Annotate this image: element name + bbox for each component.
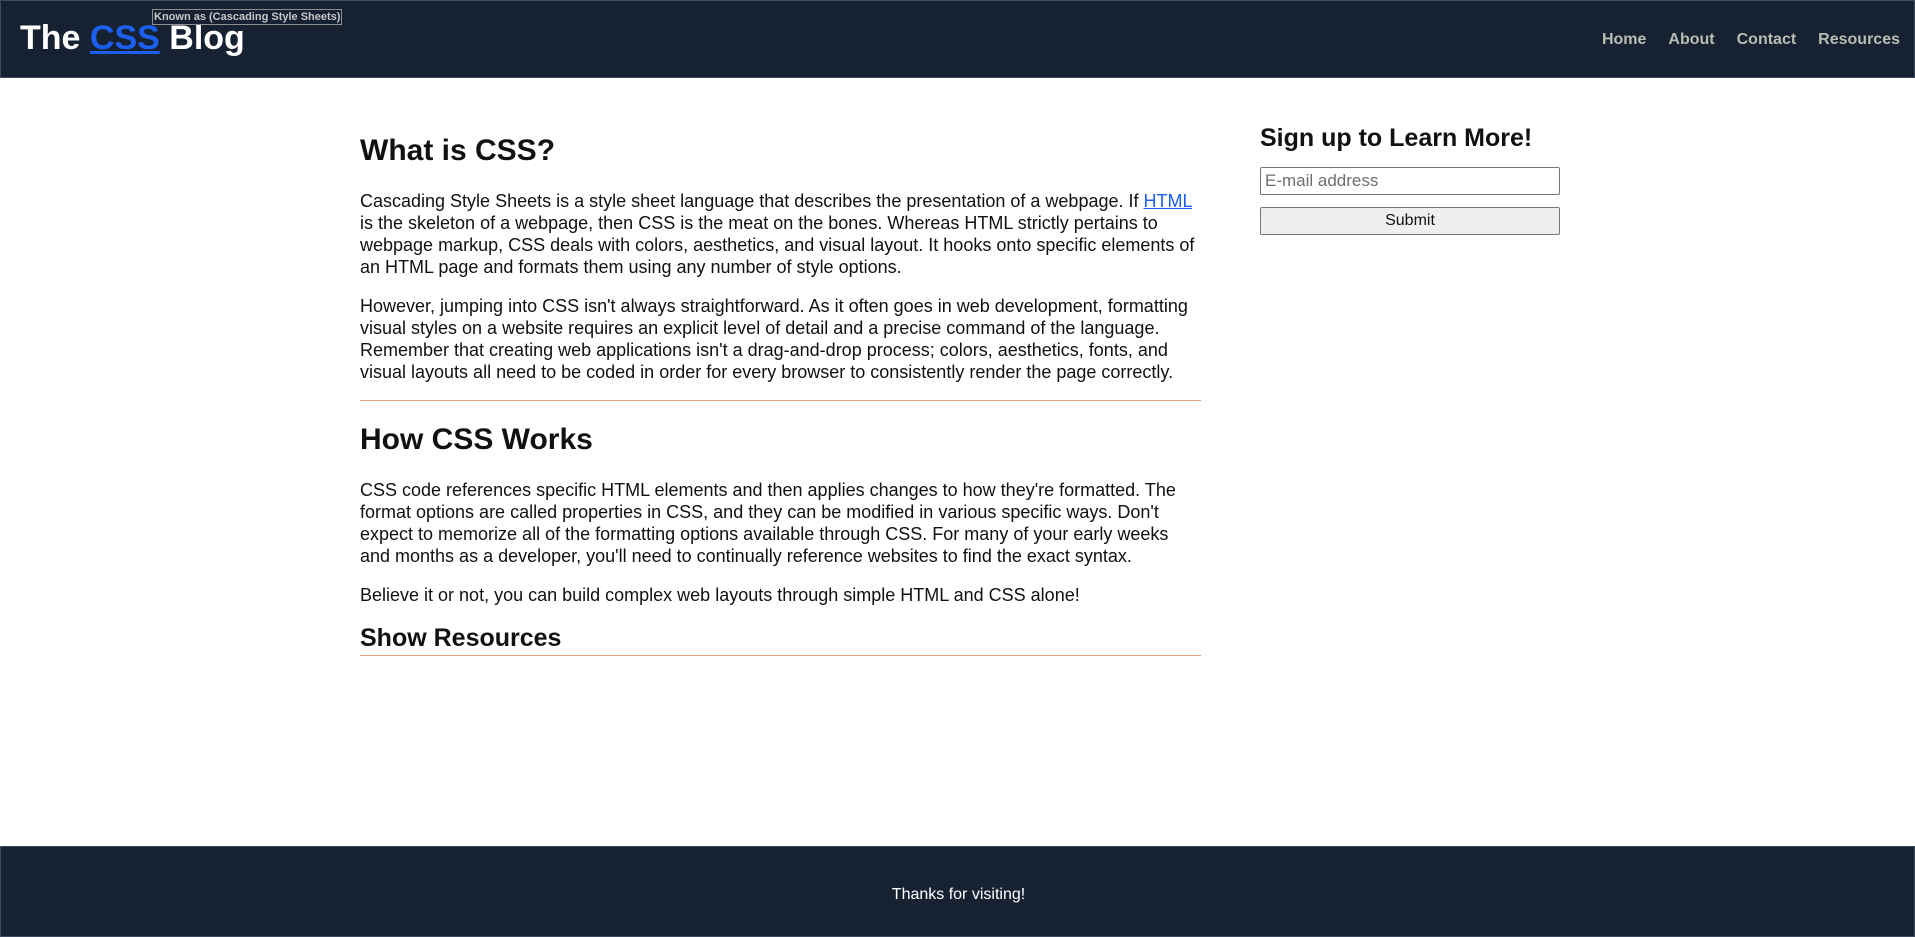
css-title-link[interactable]: CSS (90, 19, 160, 57)
paragraph-straightforward: However, jumping into CSS isn't always s… (360, 296, 1188, 382)
nav-link-resources[interactable]: Resources (1818, 29, 1900, 51)
signup-panel: Sign up to Learn More! Submit (1260, 121, 1561, 235)
section-divider (360, 400, 1201, 401)
paragraph-how-it-works: CSS code references specific HTML elemen… (360, 480, 1176, 566)
article: What is CSS? Cascading Style Sheets is a… (360, 128, 1201, 656)
signup-title: Sign up to Learn More! (1260, 124, 1533, 152)
footer-text: Thanks for visiting! (891, 886, 1026, 903)
section-title-what-is-css: What is CSS? (360, 134, 556, 167)
site-title-prefix: The (20, 19, 90, 57)
show-resources-toggle[interactable]: Show Resources (360, 623, 1201, 653)
nav-link-contact[interactable]: Contact (1737, 29, 1797, 51)
main-nav: Home About Contact Resources (1602, 29, 1900, 51)
nav-link-about[interactable]: About (1668, 29, 1714, 51)
paragraph-intro-end: is the skeleton of a webpage, then CSS i… (360, 213, 1195, 277)
paragraph-intro: Cascading Style Sheets is a style sheet … (360, 190, 1201, 278)
html-link[interactable]: HTML (1144, 191, 1192, 211)
section-title-how-css-works: How CSS Works (360, 423, 593, 456)
submit-button[interactable]: Submit (1260, 207, 1560, 235)
paragraph-believe: Believe it or not, you can build complex… (360, 585, 1080, 605)
email-input[interactable] (1260, 167, 1560, 195)
site-header: The CSS Blog Known as (Cascading Style S… (0, 0, 1915, 78)
paragraph-intro-start: Cascading Style Sheets is a style sheet … (360, 191, 1144, 211)
site-footer: Thanks for visiting! (0, 846, 1915, 937)
nav-link-home[interactable]: Home (1602, 29, 1646, 51)
resources-divider (360, 655, 1201, 656)
abbreviation-tooltip: Known as (Cascading Style Sheets) (152, 9, 343, 25)
